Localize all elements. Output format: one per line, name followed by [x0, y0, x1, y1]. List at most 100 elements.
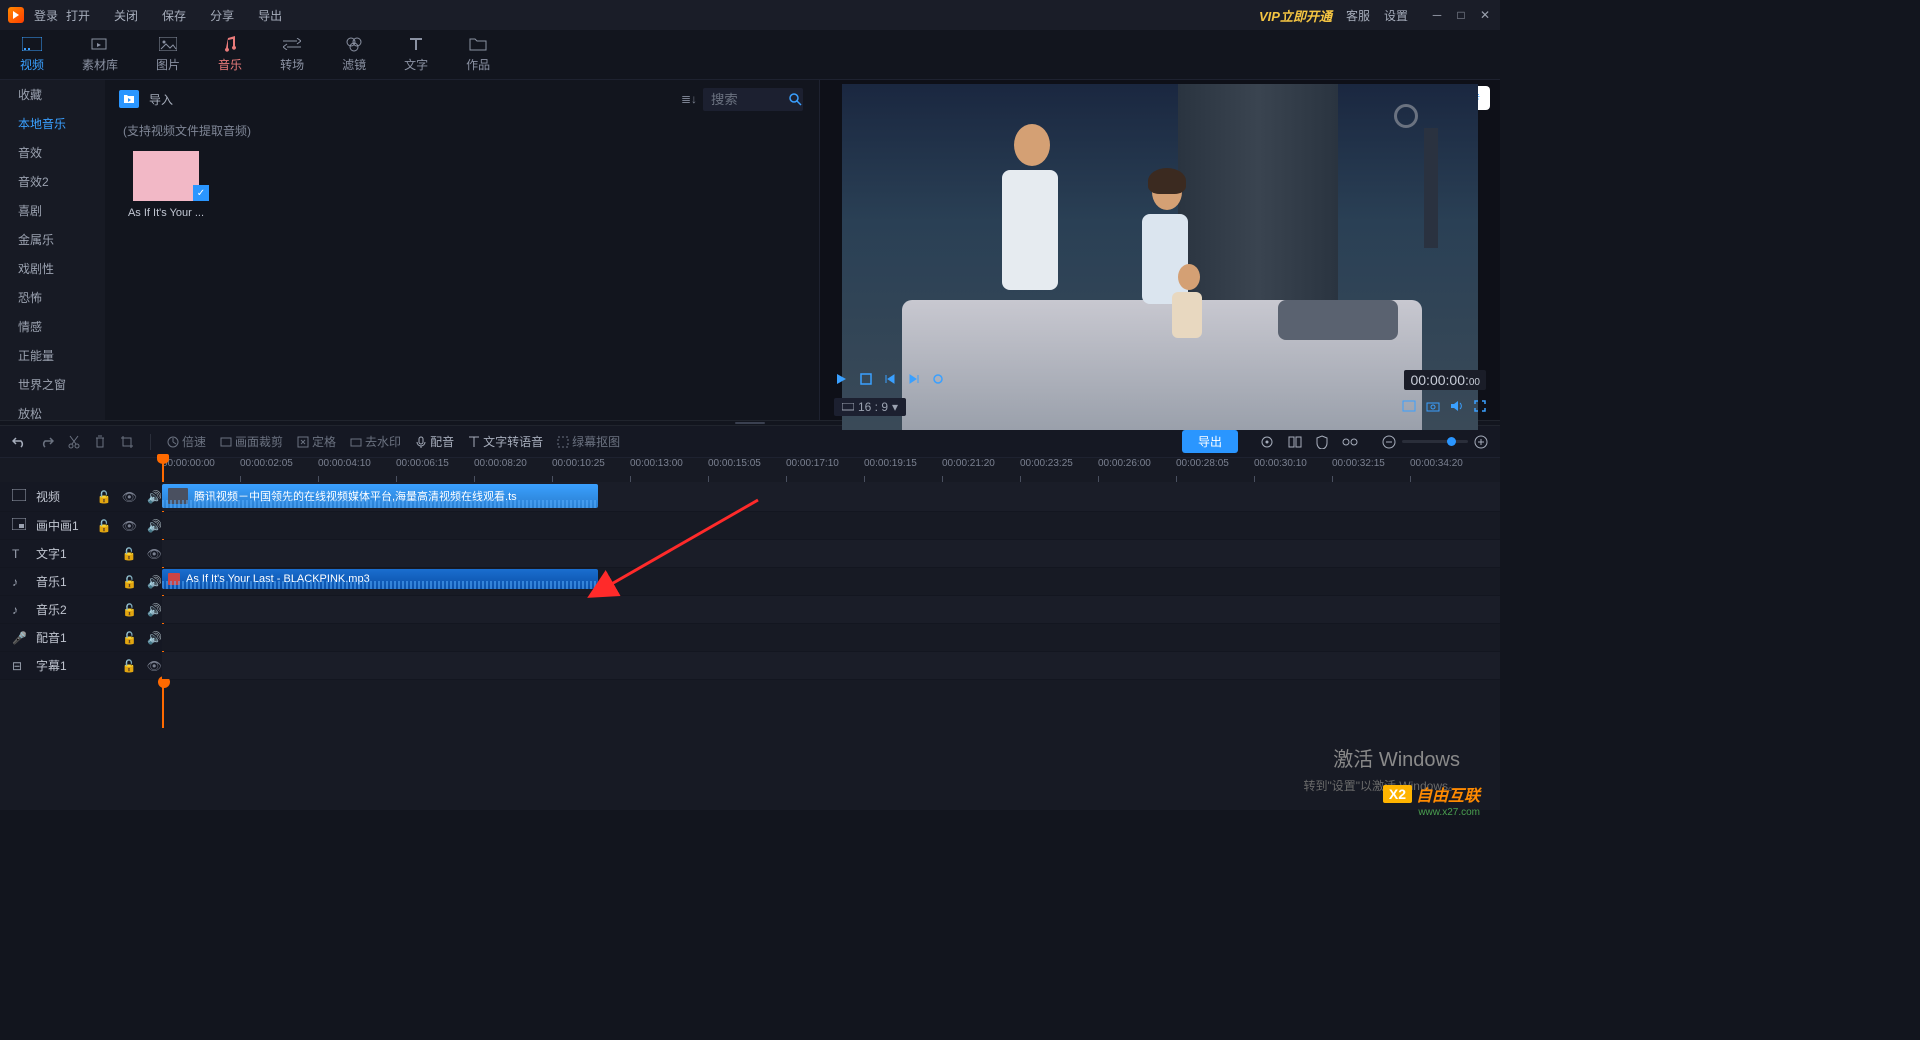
- sidebar-item-world[interactable]: 世界之窗: [0, 370, 105, 399]
- sidebar-item-sfx2[interactable]: 音效2: [0, 167, 105, 196]
- aspect-ratio-select[interactable]: 16 : 9 ▾: [834, 398, 906, 416]
- help-link[interactable]: 客服: [1346, 7, 1370, 24]
- mute-icon[interactable]: 🔊: [147, 631, 162, 645]
- lock-icon[interactable]: 🔓: [122, 659, 137, 673]
- marker-button[interactable]: [1260, 435, 1274, 449]
- tab-works[interactable]: 作品: [466, 36, 490, 73]
- sidebar-item-sfx[interactable]: 音效: [0, 138, 105, 167]
- freeze-button[interactable]: 定格: [297, 433, 336, 450]
- search-icon[interactable]: [785, 89, 805, 109]
- zoom-slider[interactable]: [1402, 440, 1468, 443]
- cut-button[interactable]: [68, 435, 80, 449]
- sidebar-item-metal[interactable]: 金属乐: [0, 225, 105, 254]
- maximize-button[interactable]: □: [1454, 8, 1468, 22]
- dub-button[interactable]: 配音: [415, 433, 454, 450]
- menu-open[interactable]: 打开: [66, 7, 90, 24]
- eye-icon[interactable]: 👁: [122, 490, 137, 504]
- record-button[interactable]: [932, 373, 944, 388]
- sidebar-item-favorite[interactable]: 收藏: [0, 80, 105, 109]
- remove-watermark-button[interactable]: 去水印: [350, 433, 401, 450]
- undo-button[interactable]: [12, 436, 26, 448]
- mute-icon[interactable]: 🔊: [147, 490, 162, 504]
- category-sidebar[interactable]: 收藏 本地音乐 音效 音效2 喜剧 金属乐 戏剧性 恐怖 情感 正能量 世界之窗…: [0, 80, 105, 420]
- next-frame-button[interactable]: [908, 373, 920, 388]
- media-thumbnail[interactable]: ✓: [133, 151, 199, 201]
- import-button[interactable]: 导入: [149, 91, 173, 108]
- track-text[interactable]: T文字1🔓👁: [0, 540, 1500, 568]
- snapshot-crop-icon[interactable]: [1402, 400, 1416, 415]
- sidebar-item-dramatic[interactable]: 戏剧性: [0, 254, 105, 283]
- prev-frame-button[interactable]: [884, 373, 896, 388]
- crop-tool-button[interactable]: [120, 435, 134, 449]
- crop-button[interactable]: 画面裁剪: [220, 433, 283, 450]
- media-toolbar: 导入 ≣↓: [105, 80, 819, 118]
- track-music1[interactable]: ♪音乐1🔓🔊 As If It's Your Last - BLACKPINK.…: [0, 568, 1500, 596]
- tab-label: 音乐: [218, 56, 242, 73]
- play-button[interactable]: [834, 372, 848, 389]
- media-item[interactable]: ✓ As If It's Your ...: [123, 151, 209, 219]
- sidebar-item-horror[interactable]: 恐怖: [0, 283, 105, 312]
- redo-button[interactable]: [40, 436, 54, 448]
- eye-icon[interactable]: 👁: [147, 659, 162, 673]
- tab-video[interactable]: 视频: [20, 36, 44, 73]
- mute-icon[interactable]: 🔊: [147, 575, 162, 589]
- track-label: 音乐2: [36, 601, 112, 618]
- tab-library[interactable]: 素材库: [82, 36, 118, 73]
- split-view-button[interactable]: [1288, 436, 1302, 448]
- export-button[interactable]: 导出: [1182, 430, 1238, 453]
- menu-export[interactable]: 导出: [258, 7, 282, 24]
- ruler-tick: 00:00:26:00: [1098, 458, 1176, 482]
- sidebar-item-local-music[interactable]: 本地音乐: [0, 109, 105, 138]
- time-ruler[interactable]: 00:00:00:00 00:00:02:05 00:00:04:10 00:0…: [0, 458, 1500, 482]
- lock-icon[interactable]: 🔓: [122, 603, 137, 617]
- minimize-button[interactable]: ─: [1430, 8, 1444, 22]
- login-link[interactable]: 登录: [34, 7, 58, 24]
- track-subtitle[interactable]: ⊟字幕1🔓👁: [0, 652, 1500, 680]
- close-button[interactable]: ✕: [1478, 8, 1492, 22]
- sort-icon[interactable]: ≣↓: [681, 92, 697, 106]
- lock-icon[interactable]: 🔓: [122, 575, 137, 589]
- zoom-out-button[interactable]: [1382, 435, 1396, 449]
- video-clip[interactable]: 腾讯视频－中国领先的在线视频媒体平台,海量高清视频在线观看.ts: [162, 484, 598, 508]
- sidebar-item-comedy[interactable]: 喜剧: [0, 196, 105, 225]
- lock-icon[interactable]: 🔓: [122, 631, 137, 645]
- menu-close[interactable]: 关闭: [114, 7, 138, 24]
- lock-icon[interactable]: 🔓: [97, 490, 112, 504]
- link-button[interactable]: [1342, 437, 1358, 447]
- tab-transition[interactable]: 转场: [280, 36, 304, 73]
- speed-button[interactable]: 倍速: [167, 433, 206, 450]
- menu-save[interactable]: 保存: [162, 7, 186, 24]
- audio-clip[interactable]: As If It's Your Last - BLACKPINK.mp3: [162, 569, 598, 589]
- track-music2[interactable]: ♪音乐2🔓🔊: [0, 596, 1500, 624]
- mute-icon[interactable]: 🔊: [147, 603, 162, 617]
- sidebar-item-emotion[interactable]: 情感: [0, 312, 105, 341]
- lock-icon[interactable]: 🔓: [122, 547, 137, 561]
- mute-icon[interactable]: 🔊: [147, 519, 162, 533]
- vip-link[interactable]: VIP立即开通: [1259, 6, 1332, 25]
- zoom-in-button[interactable]: [1474, 435, 1488, 449]
- tab-text[interactable]: 文字: [404, 36, 428, 73]
- volume-icon[interactable]: [1450, 400, 1464, 415]
- track-dub[interactable]: 🎤配音1🔓🔊: [0, 624, 1500, 652]
- stop-button[interactable]: [860, 373, 872, 388]
- tts-button[interactable]: 文字转语音: [468, 433, 543, 450]
- menu-share[interactable]: 分享: [210, 7, 234, 24]
- track-pip[interactable]: 画中画1🔓👁🔊: [0, 512, 1500, 540]
- timeline[interactable]: 00:00:00:00 00:00:02:05 00:00:04:10 00:0…: [0, 458, 1500, 810]
- tab-image[interactable]: 图片: [156, 36, 180, 73]
- delete-button[interactable]: [94, 435, 106, 449]
- track-video[interactable]: 视频 🔓 👁 🔊 腾讯视频－中国领先的在线视频媒体平台,海量高清视频在线观看.t…: [0, 482, 1500, 512]
- eye-icon[interactable]: 👁: [147, 547, 162, 561]
- sidebar-item-relax[interactable]: 放松: [0, 399, 105, 420]
- tab-filter[interactable]: 滤镜: [342, 36, 366, 73]
- sidebar-item-positive[interactable]: 正能量: [0, 341, 105, 370]
- lock-icon[interactable]: 🔓: [97, 519, 112, 533]
- settings-link[interactable]: 设置: [1384, 7, 1408, 24]
- fullscreen-icon[interactable]: [1474, 400, 1486, 415]
- greenscreen-button[interactable]: 绿幕抠图: [557, 433, 620, 450]
- import-folder-icon[interactable]: [119, 90, 139, 108]
- camera-icon[interactable]: [1426, 400, 1440, 415]
- eye-icon[interactable]: 👁: [122, 519, 137, 533]
- safe-zone-button[interactable]: [1316, 435, 1328, 449]
- tab-music[interactable]: 音乐: [218, 36, 242, 73]
